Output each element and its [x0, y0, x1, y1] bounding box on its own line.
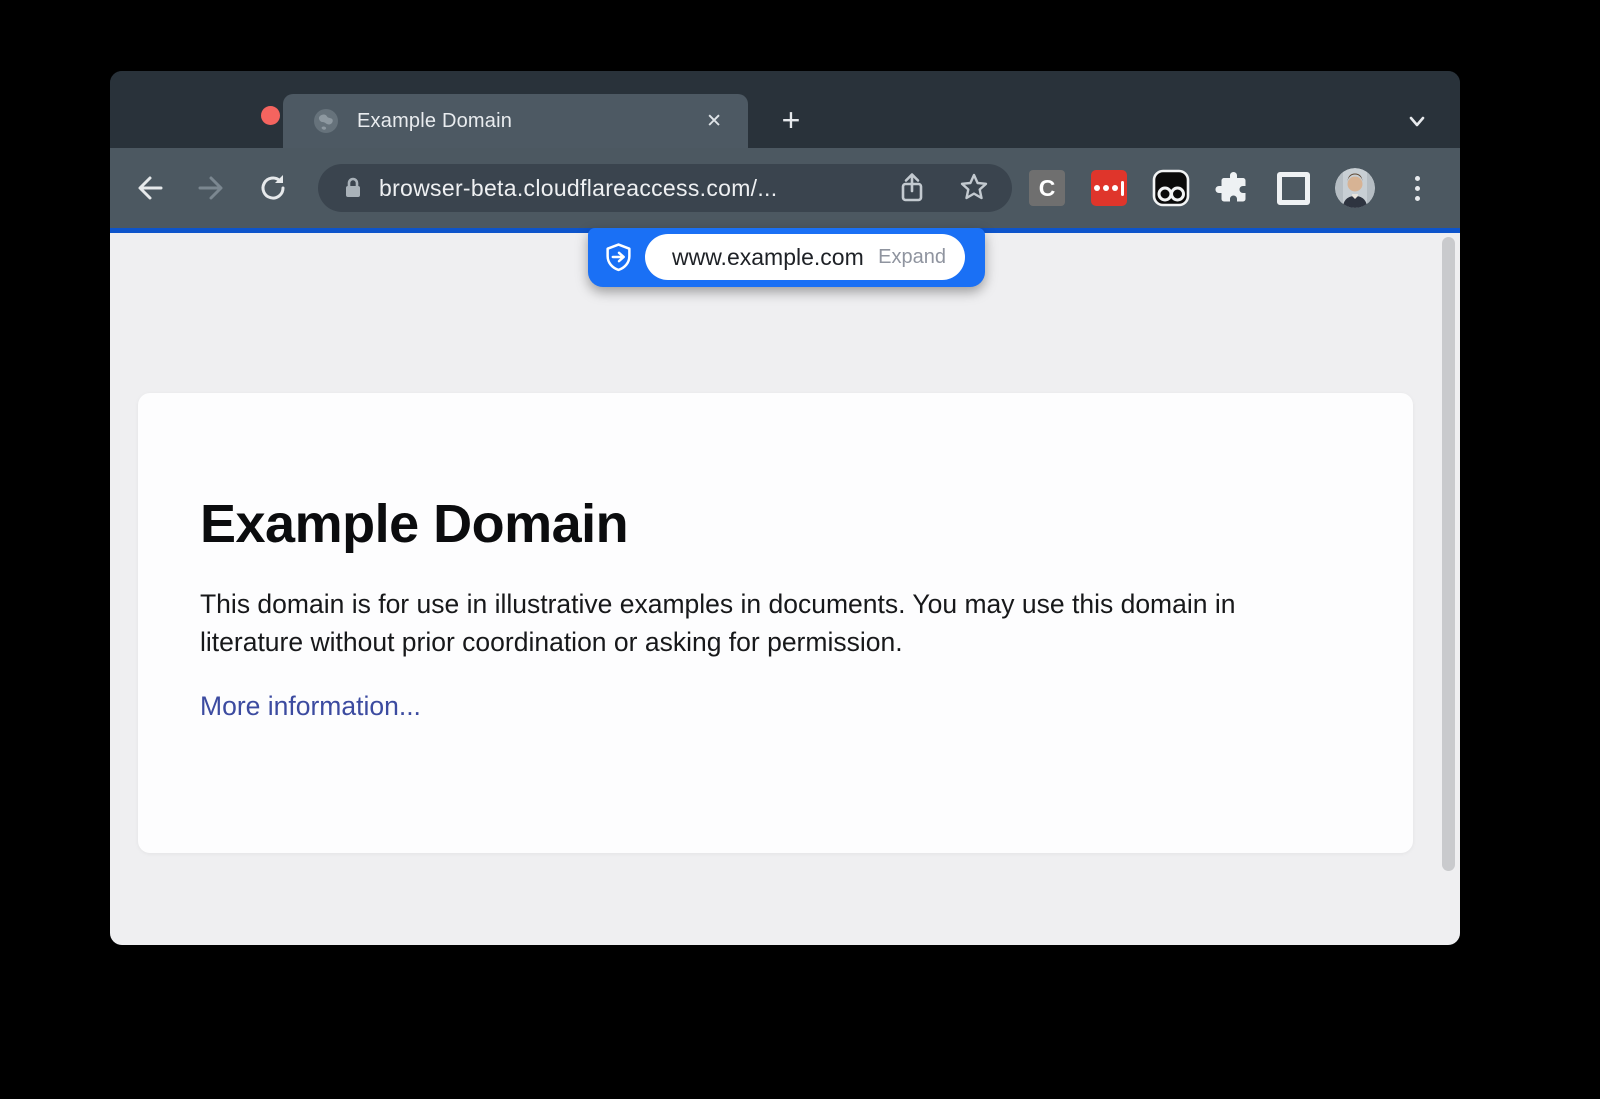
content-card: Example Domain This domain is for use in…	[138, 393, 1413, 853]
expand-button[interactable]: Expand	[878, 246, 946, 269]
chevron-down-icon	[1404, 108, 1430, 134]
dot-icon	[1112, 185, 1118, 191]
avatar-photo-icon	[1335, 168, 1375, 208]
extension-c-letter: C	[1039, 175, 1056, 202]
page-title: Example Domain	[200, 493, 1343, 555]
extension-eyes-button[interactable]	[1152, 169, 1190, 212]
isolated-hostname: www.example.com	[672, 244, 864, 271]
back-arrow-icon	[134, 172, 166, 204]
dot-icon	[1094, 185, 1100, 191]
eyes-icon	[1152, 169, 1190, 207]
back-button[interactable]	[130, 168, 170, 208]
bookmark-button[interactable]	[956, 170, 992, 206]
browser-tab[interactable]: Example Domain ✕	[283, 94, 748, 148]
kebab-menu-icon	[1415, 176, 1420, 181]
hostname-pill[interactable]: www.example.com Expand	[645, 234, 965, 280]
tab-strip: Example Domain ✕ +	[110, 71, 1460, 148]
tab-search-chevron-button[interactable]	[1399, 103, 1435, 139]
share-button[interactable]	[894, 170, 930, 206]
dot-icon	[1103, 185, 1109, 191]
share-icon	[896, 171, 928, 205]
kebab-menu-icon	[1415, 186, 1420, 191]
window-close-button[interactable]	[261, 106, 280, 125]
forward-arrow-icon	[195, 172, 227, 204]
page-scrollbar-thumb[interactable]	[1442, 237, 1455, 871]
bar-icon	[1121, 181, 1124, 196]
page-body-text: This domain is for use in illustrative e…	[200, 585, 1343, 661]
extensions-menu-button[interactable]	[1215, 170, 1251, 211]
browser-menu-button[interactable]	[1406, 169, 1428, 207]
forward-button[interactable]	[191, 168, 231, 208]
address-bar[interactable]: browser-beta.cloudflareaccess.com/...	[318, 164, 1012, 212]
lock-icon[interactable]	[342, 175, 364, 201]
shield-arrow-icon	[604, 243, 633, 272]
bookmark-star-icon	[957, 171, 991, 205]
new-tab-button[interactable]: +	[773, 103, 809, 139]
more-information-link[interactable]: More information...	[200, 691, 421, 722]
extensions-puzzle-icon	[1215, 170, 1251, 206]
page-viewport: Example Domain This domain is for use in…	[110, 233, 1460, 945]
reload-icon	[257, 172, 289, 204]
kebab-menu-icon	[1415, 196, 1420, 201]
globe-favicon-icon	[313, 108, 339, 134]
url-text: browser-beta.cloudflareaccess.com/...	[379, 175, 777, 202]
toolbar: browser-beta.cloudflareaccess.com/... C	[110, 148, 1460, 228]
browser-window: Example Domain ✕ +	[110, 71, 1460, 945]
extension-lastpass-button[interactable]	[1091, 170, 1127, 206]
reload-button[interactable]	[253, 168, 293, 208]
profile-avatar[interactable]	[1335, 168, 1375, 208]
side-panel-button[interactable]	[1277, 172, 1310, 205]
extension-c-button[interactable]: C	[1029, 170, 1065, 206]
isolation-hostname-banner[interactable]: www.example.com Expand	[588, 228, 985, 287]
tab-title: Example Domain	[357, 110, 700, 133]
tab-close-icon[interactable]: ✕	[700, 108, 728, 135]
